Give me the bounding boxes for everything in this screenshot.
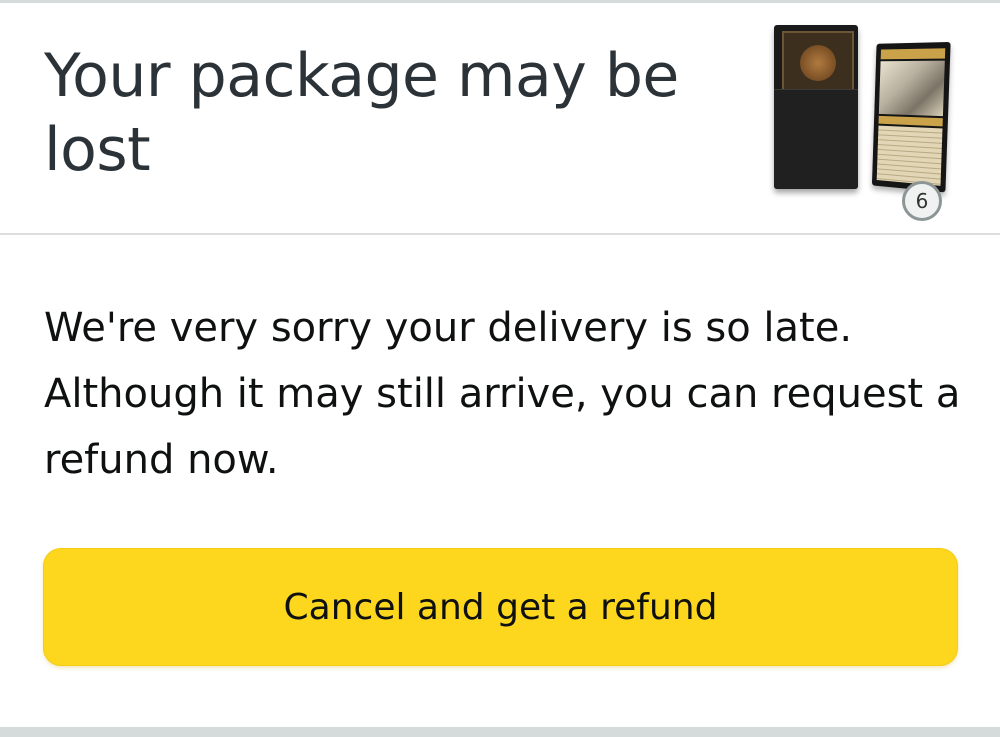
refund-message: We're very sorry your delivery is so lat… [44,305,961,483]
sleeve-window [782,31,854,93]
card-name-bar [880,48,946,60]
item-count-badge: 6 [902,181,942,221]
card-text-box [876,125,943,186]
product-thumbnails[interactable]: 6 [760,17,960,223]
bottom-divider [0,727,1000,737]
sleeve-body [774,89,858,189]
card-sleeve-image [774,25,858,189]
trading-card-image [871,41,951,193]
cancel-and-refund-button[interactable]: Cancel and get a refund [43,548,958,666]
header-section: Your package may be lost 6 [0,3,1000,235]
page-title: Your package may be lost [44,41,679,185]
refund-button-label: Cancel and get a refund [283,586,718,628]
card-type-bar [878,115,943,127]
sleeve-artwork [800,45,836,81]
card-art [878,60,945,117]
